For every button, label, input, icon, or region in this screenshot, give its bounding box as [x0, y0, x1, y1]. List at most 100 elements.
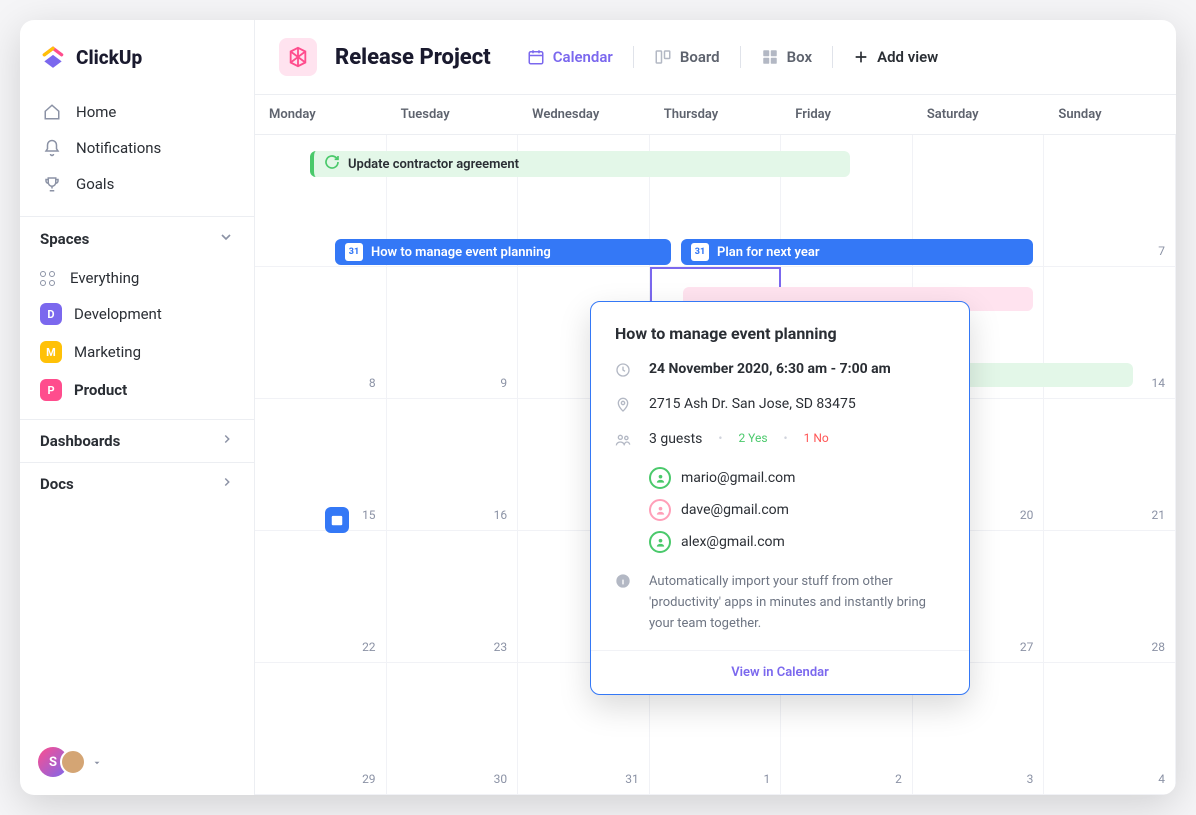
- section-spaces[interactable]: Spaces: [20, 216, 254, 261]
- view-box[interactable]: Box: [759, 44, 814, 70]
- day-cell[interactable]: 22: [255, 531, 387, 663]
- space-development[interactable]: D Development: [20, 295, 254, 333]
- view-label: Calendar: [553, 48, 613, 66]
- project-icon: [279, 38, 317, 76]
- day-header: Saturday: [913, 95, 1045, 134]
- day-cell[interactable]: 9: [387, 267, 519, 399]
- day-header: Friday: [781, 95, 913, 134]
- guests-no: 1 No: [804, 431, 829, 452]
- space-product[interactable]: P Product: [20, 371, 254, 409]
- person-icon: [649, 499, 671, 521]
- popup-description: Automatically import your stuff from oth…: [649, 572, 945, 634]
- person-icon: [649, 531, 671, 553]
- guests-count: 3 guests: [649, 431, 702, 452]
- calendar-icon: [527, 48, 545, 66]
- day-cell[interactable]: 15: [255, 399, 387, 531]
- guest-email: mario@gmail.com: [681, 470, 795, 486]
- nav-goals[interactable]: Goals: [30, 166, 244, 202]
- logo-icon: [40, 44, 66, 70]
- chevron-right-icon: [220, 475, 234, 493]
- avatar: [60, 749, 86, 775]
- clock-icon: [615, 361, 633, 382]
- project-title: Release Project: [335, 45, 491, 70]
- add-view[interactable]: Add view: [851, 44, 940, 70]
- space-badge: P: [40, 379, 62, 401]
- location-icon: [615, 396, 633, 417]
- view-label: Add view: [877, 48, 938, 66]
- section-docs[interactable]: Docs: [20, 462, 254, 505]
- guest-list: mario@gmail.com dave@gmail.com alex@gmai…: [649, 462, 945, 558]
- section-label: Spaces: [40, 230, 89, 248]
- guest-row: alex@gmail.com: [649, 526, 945, 558]
- day-cell[interactable]: 23: [387, 531, 519, 663]
- day-cell[interactable]: 28: [1044, 531, 1176, 663]
- day-cell[interactable]: 4: [1044, 663, 1176, 795]
- view-board[interactable]: Board: [652, 44, 722, 70]
- event-label: Plan for next year: [717, 245, 820, 260]
- calendar: Monday Tuesday Wednesday Thursday Friday…: [255, 95, 1176, 795]
- nav-home[interactable]: Home: [30, 94, 244, 130]
- space-label: Product: [74, 381, 127, 399]
- guest-row: dave@gmail.com: [649, 494, 945, 526]
- event-chip[interactable]: [325, 507, 349, 533]
- bell-icon: [42, 138, 62, 158]
- day-cell[interactable]: 30: [387, 663, 519, 795]
- divider: [633, 46, 634, 68]
- board-icon: [654, 48, 672, 66]
- space-marketing[interactable]: M Marketing: [20, 333, 254, 371]
- plus-icon: [853, 49, 869, 65]
- calendar-icon: 31: [345, 243, 363, 261]
- chevron-down-icon: [218, 229, 234, 249]
- separator: •: [718, 431, 722, 452]
- space-badge: M: [40, 341, 62, 363]
- nav-main: Home Notifications Goals: [20, 90, 254, 216]
- section-dashboards[interactable]: Dashboards: [20, 419, 254, 462]
- day-cell[interactable]: 8: [255, 267, 387, 399]
- sidebar: ClickUp Home Notifications Goals Spaces: [20, 20, 255, 795]
- section-label: Dashboards: [40, 432, 120, 450]
- popup-location: 2715 Ash Dr. San Jose, SD 83475: [649, 396, 856, 417]
- grid-icon: [761, 48, 779, 66]
- nav-label: Notifications: [76, 139, 161, 157]
- day-header: Sunday: [1044, 95, 1176, 134]
- event-contractor[interactable]: Update contractor agreement: [310, 151, 850, 177]
- info-icon: [615, 572, 633, 634]
- spaces-list: Everything D Development M Marketing P P…: [20, 261, 254, 419]
- day-header: Wednesday: [518, 95, 650, 134]
- view-label: Box: [787, 48, 812, 66]
- day-cell[interactable]: 29: [255, 663, 387, 795]
- space-label: Development: [74, 305, 162, 323]
- caret-down-icon: [92, 753, 102, 772]
- day-cell[interactable]: 16: [387, 399, 519, 531]
- calendar-icon: [330, 513, 344, 527]
- view-in-calendar-link[interactable]: View in Calendar: [591, 650, 969, 694]
- space-label: Marketing: [74, 343, 141, 361]
- separator: •: [784, 431, 788, 452]
- logo[interactable]: ClickUp: [20, 20, 254, 90]
- view-calendar[interactable]: Calendar: [525, 44, 615, 70]
- divider: [832, 46, 833, 68]
- nav-label: Goals: [76, 175, 114, 193]
- space-badge: D: [40, 303, 62, 325]
- nav-notifications[interactable]: Notifications: [30, 130, 244, 166]
- guest-row: mario@gmail.com: [649, 462, 945, 494]
- event-next-year[interactable]: 31 Plan for next year: [681, 239, 1033, 265]
- person-icon: [649, 467, 671, 489]
- popup-title: How to manage event planning: [615, 324, 945, 343]
- day-cell[interactable]: 7: [1044, 135, 1176, 267]
- user-avatars[interactable]: S: [20, 729, 254, 795]
- section-label: Docs: [40, 475, 74, 493]
- home-icon: [42, 102, 62, 122]
- day-cell[interactable]: 21: [1044, 399, 1176, 531]
- popup-datetime: 24 November 2020, 6:30 am - 7:00 am: [649, 361, 891, 382]
- topbar: Release Project Calendar Board Box Add v…: [255, 20, 1176, 95]
- logo-text: ClickUp: [76, 46, 142, 69]
- event-popup: How to manage event planning 24 November…: [590, 301, 970, 695]
- chevron-right-icon: [220, 432, 234, 450]
- day-header: Tuesday: [387, 95, 519, 134]
- everything-icon: [40, 271, 58, 286]
- calendar-icon: 31: [691, 243, 709, 261]
- space-everything[interactable]: Everything: [20, 261, 254, 295]
- event-planning[interactable]: 31 How to manage event planning: [335, 239, 671, 265]
- main: Release Project Calendar Board Box Add v…: [255, 20, 1176, 795]
